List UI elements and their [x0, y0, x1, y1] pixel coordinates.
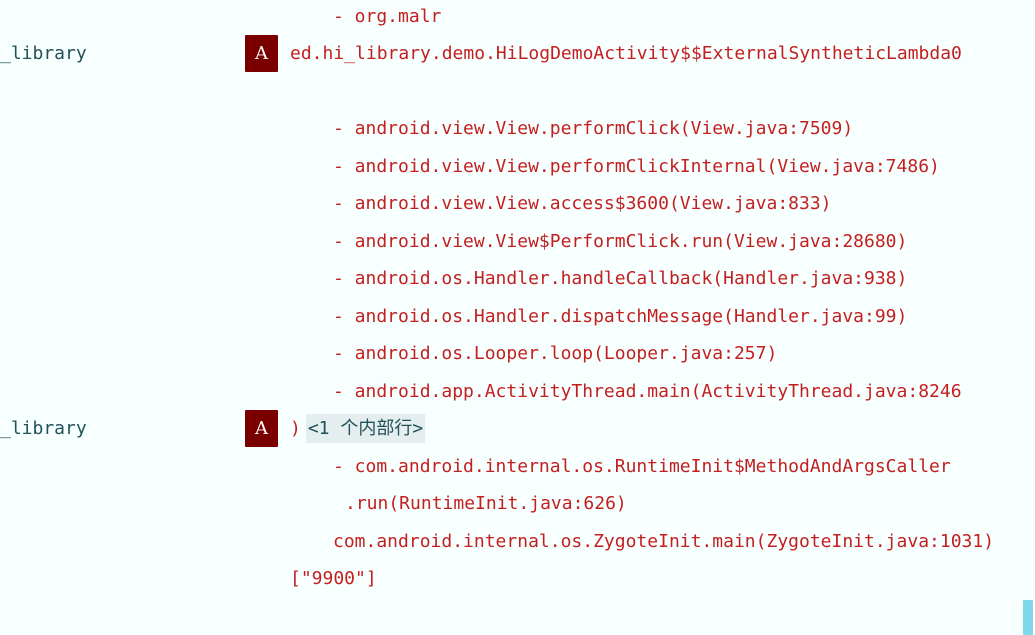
stack-line: com.android.internal.os.ZygoteInit.main(… [333, 531, 995, 552]
stack-line: - android.view.View.performClick(View.ja… [333, 118, 854, 139]
log-tag: _library [0, 43, 87, 64]
stack-line: - android.app.ActivityThread.main(Activi… [333, 381, 962, 402]
stack-line: - android.os.Looper.loop(Looper.java:257… [333, 343, 778, 364]
log-message: ed.hi_library.demo.HiLogDemoActivity$$Ex… [290, 43, 962, 64]
stack-line: - android.view.View.access$3600(View.jav… [333, 193, 832, 214]
log-level-badge: A [245, 35, 278, 72]
log-message: ) <1 个内部行> [290, 414, 426, 443]
stack-line: ["9900"] [290, 568, 377, 589]
folded-lines-toggle[interactable]: <1 个内部行> [305, 414, 426, 443]
stack-line: - android.os.Handler.dispatchMessage(Han… [333, 306, 908, 327]
log-level-badge: A [245, 410, 278, 447]
paren-text: ) [290, 418, 301, 439]
stack-line: - android.os.Handler.handleCallback(Hand… [333, 268, 908, 289]
log-tag: _library [0, 418, 87, 439]
stack-line: - com.android.internal.os.RuntimeInit$Me… [333, 456, 951, 477]
stack-line: - org.malr [333, 6, 442, 27]
stack-line: - android.view.View.performClickInternal… [333, 156, 940, 177]
scrollbar-thumb[interactable] [1023, 600, 1033, 635]
stack-line: .run(RuntimeInit.java:626) [345, 493, 627, 514]
stack-line: - android.view.View$PerformClick.run(Vie… [333, 231, 908, 252]
